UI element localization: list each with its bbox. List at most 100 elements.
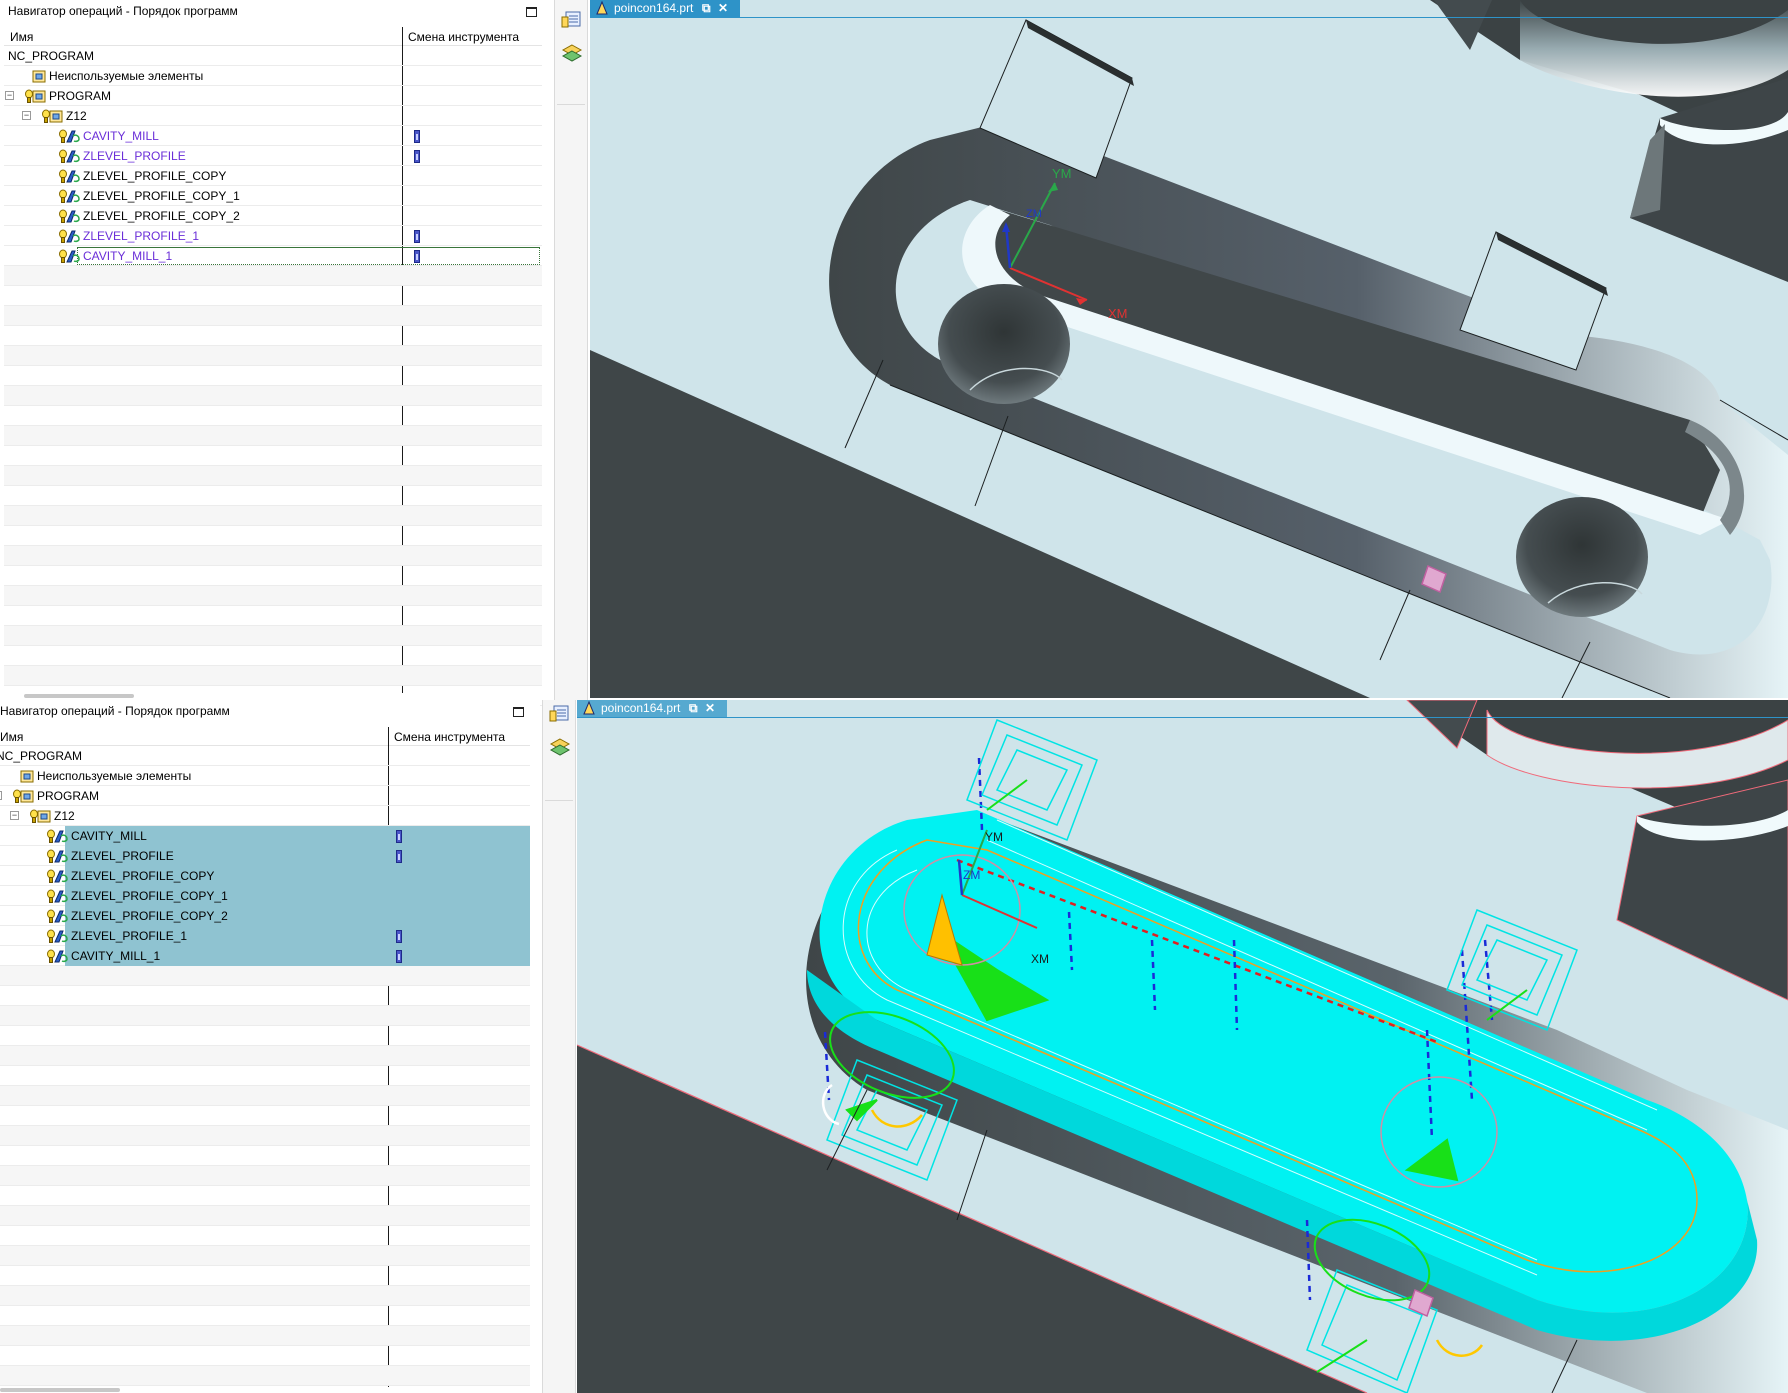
- tree-row[interactable]: NC_PROGRAM: [4, 46, 542, 66]
- navigator-title: Навигатор операций - Порядок программ: [0, 704, 230, 718]
- tree-row[interactable]: − Z12: [0, 806, 530, 826]
- tool-change-marker-icon: [396, 930, 402, 943]
- tree-row[interactable]: ZLEVEL_PROFILE_COPY: [4, 166, 542, 186]
- empty-row: [4, 666, 542, 686]
- axis-label-x: XM: [1108, 306, 1128, 321]
- part-file-icon: [583, 701, 595, 715]
- empty-row: [4, 586, 542, 606]
- empty-row: [4, 266, 542, 286]
- column-tool-change[interactable]: Смена инструмента: [394, 730, 505, 744]
- graphics-window-bottom[interactable]: YM XM ZM poincon164.prt ⧉ ✕: [577, 700, 1788, 1393]
- undock-icon[interactable]: ⧉: [702, 0, 711, 17]
- tree-row[interactable]: ZLEVEL_PROFILE_COPY: [0, 866, 530, 886]
- tree-row[interactable]: ZLEVEL_PROFILE: [4, 146, 542, 166]
- maximize-icon[interactable]: [526, 7, 537, 17]
- tree-row[interactable]: ZLEVEL_PROFILE_COPY_1: [4, 186, 542, 206]
- maximize-icon[interactable]: [513, 707, 524, 717]
- empty-row: [4, 426, 542, 446]
- tree-row[interactable]: CAVITY_MILL_1: [0, 946, 530, 966]
- graphics-window-top[interactable]: YM XM ZM poincon164.prt ⧉ ✕: [590, 0, 1788, 698]
- empty-row: [4, 486, 542, 506]
- tree-row[interactable]: CAVITY_MILL: [0, 826, 530, 846]
- layers-icon[interactable]: [549, 736, 571, 758]
- tool-change-marker-icon: [414, 150, 420, 163]
- collapse-toggle-icon[interactable]: −: [22, 111, 31, 120]
- tree-row[interactable]: ZLEVEL_PROFILE_COPY_1: [0, 886, 530, 906]
- tree-item-label: PROGRAM: [37, 789, 100, 803]
- program-group-icon: [49, 110, 63, 123]
- tree-item-label: ZLEVEL_PROFILE_COPY_1: [71, 889, 228, 903]
- operation-icon: [54, 910, 68, 923]
- collapse-toggle-icon[interactable]: −: [5, 91, 14, 100]
- program-group-icon: [32, 90, 46, 103]
- tree-item-label: CAVITY_MILL_1: [83, 249, 173, 263]
- collapse-toggle-icon[interactable]: −: [0, 791, 2, 800]
- tool-change-marker-icon: [414, 130, 420, 143]
- column-name[interactable]: Имя: [0, 730, 23, 744]
- operation-icon: [66, 250, 80, 263]
- toolpath-view[interactable]: [577, 700, 1788, 1393]
- operation-icon: [54, 930, 68, 943]
- empty-row: [0, 1286, 530, 1306]
- tree-row[interactable]: ZLEVEL_PROFILE_1: [4, 226, 542, 246]
- layers-icon[interactable]: [561, 42, 583, 64]
- empty-row: [0, 1086, 530, 1106]
- program-group-icon: [20, 790, 34, 803]
- tree-row[interactable]: CAVITY_MILL_1: [4, 246, 542, 266]
- part-model-view[interactable]: [590, 0, 1788, 698]
- tab-part-file[interactable]: poincon164.prt ⧉ ✕: [577, 700, 727, 717]
- tree-row[interactable]: CAVITY_MILL: [4, 126, 542, 146]
- tree-item-label: ZLEVEL_PROFILE: [71, 849, 174, 863]
- tree-row[interactable]: NC_PROGRAM: [0, 746, 530, 766]
- program-group-icon: [32, 70, 46, 83]
- empty-row: [4, 506, 542, 526]
- tree-item-label: ZLEVEL_PROFILE_1: [83, 229, 200, 243]
- operation-icon: [54, 950, 68, 963]
- part-file-icon: [596, 1, 608, 15]
- tab-part-file[interactable]: poincon164.prt ⧉ ✕: [590, 0, 740, 17]
- operation-navigator-top: Навигатор операций - Порядок программ Им…: [0, 0, 542, 706]
- empty-row: [0, 1146, 530, 1166]
- tree-row[interactable]: ZLEVEL_PROFILE_1: [0, 926, 530, 946]
- tree-item-label: ZLEVEL_PROFILE: [83, 149, 186, 163]
- tree-row[interactable]: − PROGRAM: [4, 86, 542, 106]
- tree-item-label: PROGRAM: [49, 89, 112, 103]
- tree-row[interactable]: Неиспользуемые элементы: [0, 766, 530, 786]
- empty-row: [4, 306, 542, 326]
- tree-row[interactable]: Неиспользуемые элементы: [4, 66, 542, 86]
- collapse-toggle-icon[interactable]: −: [10, 811, 19, 820]
- horizontal-scrollbar[interactable]: [24, 694, 134, 698]
- axis-label-z: ZM: [963, 868, 981, 882]
- empty-row: [0, 1166, 530, 1186]
- empty-row: [0, 1326, 530, 1346]
- horizontal-scrollbar[interactable]: [0, 1388, 120, 1392]
- tool-change-marker-icon: [396, 830, 402, 843]
- empty-row: [4, 366, 542, 386]
- tree-item-label: Z12: [54, 809, 75, 823]
- tree-row[interactable]: ZLEVEL_PROFILE_COPY_2: [0, 906, 530, 926]
- column-header: Имя Смена инструмента: [0, 727, 530, 746]
- empty-row: [0, 1346, 530, 1366]
- operation-navigator-icon[interactable]: [549, 704, 571, 724]
- tree-row[interactable]: − PROGRAM: [0, 786, 530, 806]
- tool-change-marker-icon: [414, 250, 420, 263]
- empty-row: [0, 1066, 530, 1086]
- operation-icon: [54, 870, 68, 883]
- operation-navigator-icon[interactable]: [561, 10, 583, 30]
- column-tool-change[interactable]: Смена инструмента: [408, 30, 519, 44]
- tree-item-label: ZLEVEL_PROFILE_COPY: [71, 869, 215, 883]
- close-icon[interactable]: ✕: [718, 0, 728, 17]
- empty-row: [0, 1306, 530, 1326]
- tool-change-marker-icon: [396, 850, 402, 863]
- tab-label: poincon164.prt: [601, 701, 681, 715]
- close-icon[interactable]: ✕: [705, 700, 715, 717]
- tree-item-label: Неиспользуемые элементы: [49, 69, 204, 83]
- column-name[interactable]: Имя: [10, 30, 33, 44]
- strip-divider: [545, 800, 573, 801]
- tree-row[interactable]: ZLEVEL_PROFILE: [0, 846, 530, 866]
- undock-icon[interactable]: ⧉: [689, 700, 698, 717]
- empty-row: [4, 346, 542, 366]
- tree-row[interactable]: ZLEVEL_PROFILE_COPY_2: [4, 206, 542, 226]
- tree-row[interactable]: − Z12: [4, 106, 542, 126]
- operation-icon: [66, 170, 80, 183]
